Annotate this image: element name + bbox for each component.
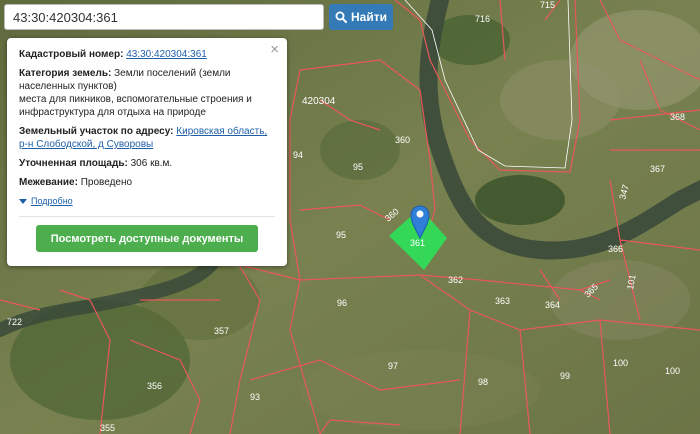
quarter-label: 420304 — [302, 96, 336, 107]
cadastral-row: Кадастровый номер: 43:30:420304:361 — [19, 48, 275, 61]
category-usage: места для пикников, вспомогательные стро… — [19, 94, 252, 118]
parcel-label: 96 — [337, 298, 347, 308]
parcel-label: 95 — [353, 162, 363, 172]
cadastral-label: Кадастровый номер: — [19, 49, 124, 60]
parcel-info-popup: × Кадастровый номер: 43:30:420304:361 Ка… — [7, 38, 287, 266]
close-icon[interactable]: × — [270, 42, 279, 57]
divider — [19, 216, 275, 217]
view-documents-button[interactable]: Посмотреть доступные документы — [36, 225, 258, 252]
parcel-label: 361 — [410, 238, 425, 248]
parcel-label: 716 — [475, 14, 490, 24]
parcel-label: 366 — [608, 244, 623, 254]
parcel-label: 99 — [560, 371, 570, 381]
parcel-label: 360 — [395, 135, 410, 145]
parcel-label: 97 — [388, 361, 398, 371]
parcel-label: 367 — [650, 164, 665, 174]
search-input[interactable] — [4, 4, 324, 30]
parcel-label: 98 — [478, 377, 488, 387]
category-label: Категория земель: — [19, 68, 112, 79]
survey-value: Проведено — [80, 177, 133, 188]
address-row: Земельный участок по адресу: Кировская о… — [19, 125, 275, 151]
parcel-label: 100 — [665, 366, 680, 376]
search-button[interactable]: Найти — [329, 4, 393, 30]
parcel-label: 94 — [293, 150, 303, 160]
area-value: 306 кв.м. — [130, 158, 173, 169]
details-link[interactable]: Подробно — [31, 195, 73, 208]
parcel-label: 363 — [495, 296, 510, 306]
parcel-label: 368 — [670, 112, 685, 122]
parcel-label: 722 — [7, 317, 22, 327]
parcel-label: 93 — [250, 392, 260, 402]
parcel-label: 355 — [100, 423, 115, 433]
search-icon — [335, 11, 347, 23]
triangle-down-icon — [19, 199, 27, 204]
parcel-label: 95 — [336, 230, 346, 240]
details-toggle[interactable]: Подробно — [19, 195, 275, 208]
survey-row: Межевание: Проведено — [19, 176, 275, 189]
parcel-label: 715 — [540, 0, 555, 10]
survey-label: Межевание: — [19, 177, 78, 188]
parcel-label: 357 — [214, 326, 229, 336]
category-row: Категория земель: Земли поселений (земли… — [19, 67, 275, 119]
area-label: Уточненная площадь: — [19, 158, 128, 169]
parcel-label: 364 — [545, 300, 560, 310]
area-row: Уточненная площадь: 306 кв.м. — [19, 157, 275, 170]
parcel-label: 100 — [613, 358, 628, 368]
address-label: Земельный участок по адресу: — [19, 126, 174, 137]
parcel-label: 362 — [448, 275, 463, 285]
search-button-label: Найти — [351, 10, 387, 24]
cadastral-link[interactable]: 43:30:420304:361 — [126, 49, 207, 60]
parcel-label: 356 — [147, 381, 162, 391]
